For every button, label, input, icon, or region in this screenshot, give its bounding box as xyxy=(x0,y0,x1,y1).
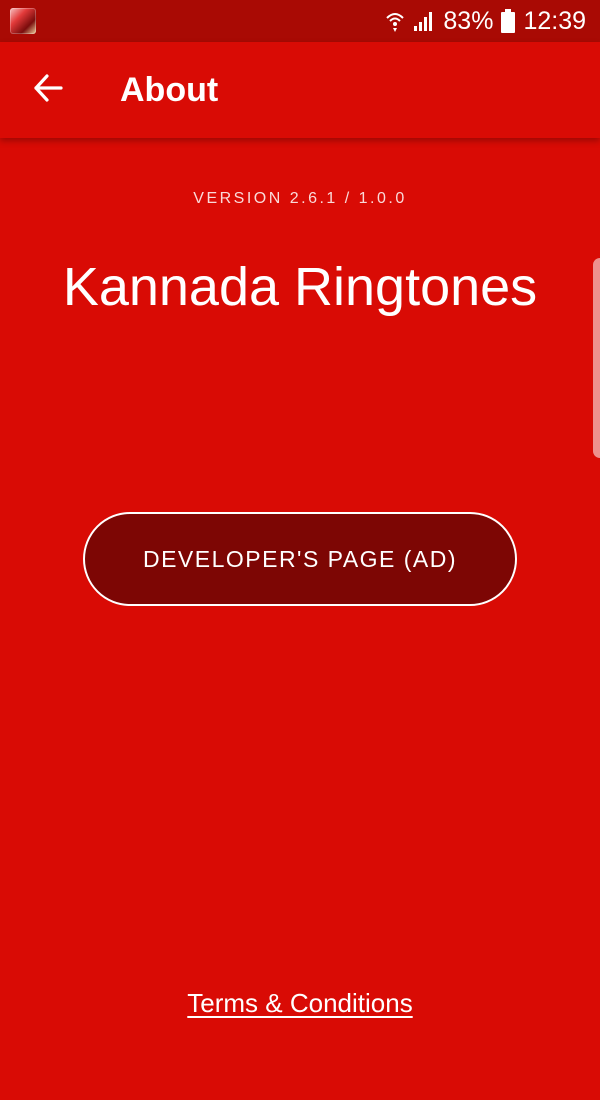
page-title: About xyxy=(120,70,219,109)
battery-percent: 83% xyxy=(443,6,494,35)
battery-icon xyxy=(501,9,516,33)
status-bar: 83% 12:39 xyxy=(0,0,600,42)
wifi-icon xyxy=(385,10,405,32)
scrollbar-thumb[interactable] xyxy=(593,258,600,458)
signal-icon xyxy=(413,10,435,32)
app-name-heading: Kannada Ringtones xyxy=(62,257,538,317)
arrow-back-icon xyxy=(33,73,63,107)
version-label: VERSION 2.6.1 / 1.0.0 xyxy=(193,190,407,207)
app-bar: About xyxy=(0,42,600,138)
clock-time: 12:39 xyxy=(523,6,586,35)
developer-page-button[interactable]: DEVELOPER'S PAGE (AD) xyxy=(83,512,517,606)
back-button[interactable] xyxy=(0,42,96,138)
status-indicators: 83% 12:39 xyxy=(385,7,586,36)
terms-and-conditions-link[interactable]: Terms & Conditions xyxy=(0,988,600,1019)
notification-app-icon xyxy=(10,8,36,34)
about-screen: 83% 12:39 About VERSION 2.6.1 / 1.0.0 Ka… xyxy=(0,0,600,1100)
